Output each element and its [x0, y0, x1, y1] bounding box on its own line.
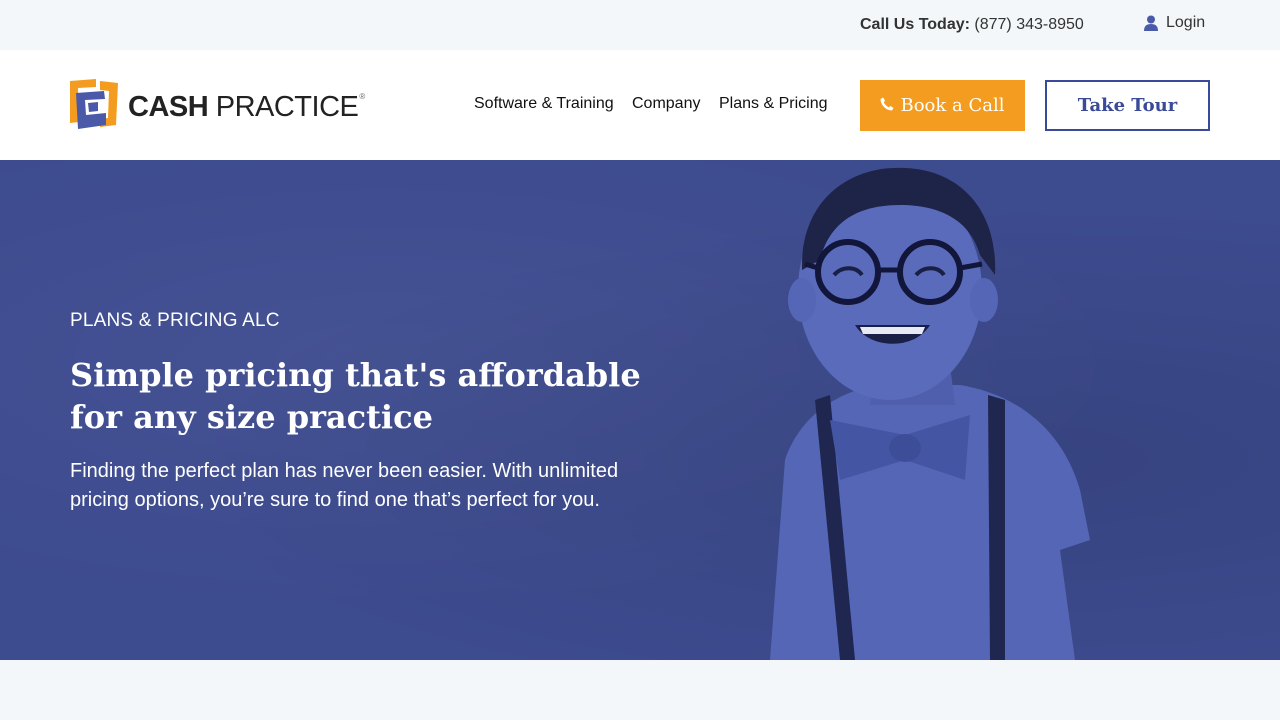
nav-software-training[interactable]: Software & Training — [474, 95, 614, 113]
child-photo — [770, 167, 1090, 660]
brand-logo[interactable]: CASH PRACTICE® — [70, 79, 365, 136]
hero-headline: Simple pricing that's affordable for any… — [70, 356, 641, 436]
brand-name-light: PRACTICE — [215, 91, 359, 123]
phone-number[interactable]: (877) 343-8950 — [974, 16, 1083, 33]
login-link[interactable]: Login — [1144, 14, 1205, 32]
hero-banner: PLANS & PRICING ALC Simple pricing that'… — [0, 160, 1280, 660]
login-label: Login — [1166, 14, 1206, 31]
top-utility-bar: Call Us Today: (877) 343-8950 Login — [0, 0, 1280, 50]
call-us-label: Call Us Today: — [860, 16, 970, 33]
take-tour-label: Take Tour — [1077, 95, 1178, 116]
book-a-call-button[interactable]: Book a Call — [860, 80, 1025, 131]
registered-mark: ® — [359, 92, 365, 101]
book-a-call-label: Book a Call — [900, 95, 1005, 116]
hero-eyebrow: PLANS & PRICING ALC — [70, 310, 280, 331]
call-us-text: Call Us Today: (877) 343-8950 — [860, 16, 1084, 34]
take-tour-button[interactable]: Take Tour — [1045, 80, 1210, 131]
main-navbar: CASH PRACTICE® Software & Training Compa… — [0, 50, 1280, 160]
nav-company[interactable]: Company — [632, 95, 700, 113]
brand-name-bold: CASH — [128, 91, 209, 123]
content-area-below — [0, 660, 1280, 720]
nav-plans-pricing[interactable]: Plans & Pricing — [719, 95, 828, 113]
brand-wordmark: CASH PRACTICE® — [128, 93, 365, 122]
user-icon — [1144, 15, 1158, 31]
hero-subtext: Finding the perfect plan has never been … — [70, 460, 619, 511]
logo-mark-icon — [70, 79, 118, 136]
phone-icon — [880, 95, 894, 116]
